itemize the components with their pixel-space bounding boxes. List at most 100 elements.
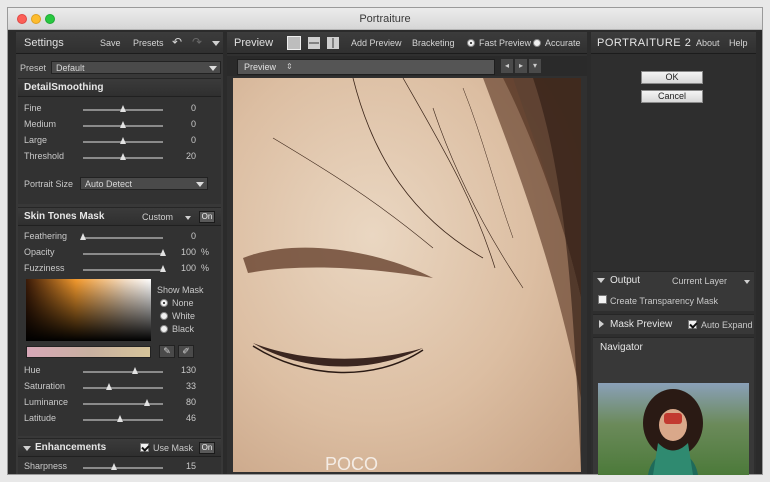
output-label: Output xyxy=(610,275,641,286)
menu-chevron-down-icon[interactable] xyxy=(212,41,220,46)
help-button[interactable]: Help xyxy=(729,38,748,48)
slider-thumb[interactable] xyxy=(144,399,150,406)
right-header: PORTRAITURE 2 About Help xyxy=(591,32,756,54)
eyedropper-icon[interactable]: ✎ xyxy=(159,345,175,358)
slider-label: Feathering xyxy=(24,231,68,241)
slider-thumb[interactable] xyxy=(120,153,126,160)
slider-unit: % xyxy=(201,263,210,273)
portrait-size-label: Portrait Size xyxy=(24,179,74,189)
settings-panel: Settings Save Presets ↶ ↷ Preset Default… xyxy=(16,32,223,474)
slider-track[interactable] xyxy=(83,253,163,255)
enhancements-section: Enhancements Use Mask On Sharpness 15 xyxy=(18,438,221,474)
slider-thumb[interactable] xyxy=(80,233,86,240)
slider-thumb[interactable] xyxy=(106,383,112,390)
slider-thumb[interactable] xyxy=(117,415,123,422)
settings-header: Settings Save Presets ↶ ↷ xyxy=(16,32,223,54)
tab-menu-icon[interactable]: ▾ xyxy=(529,59,541,73)
transparency-mask-label: Create Transparency Mask xyxy=(610,296,719,306)
title-bar: Portraiture xyxy=(8,8,762,30)
fast-preview-radio[interactable] xyxy=(467,39,475,47)
split-vertical-icon[interactable] xyxy=(327,37,339,49)
output-dropdown[interactable]: Current Layer xyxy=(672,276,727,286)
slider-thumb[interactable] xyxy=(132,367,138,374)
face-illustration: POCO xyxy=(243,78,581,472)
slider-value: 46 xyxy=(185,413,196,423)
portrait-size-dropdown[interactable]: Auto Detect xyxy=(80,177,208,190)
tab-prev-icon[interactable]: ◂ xyxy=(501,59,513,73)
preset-label: Preset xyxy=(20,63,47,73)
mask-preview-label: Mask Preview xyxy=(610,319,673,330)
transparency-mask-checkbox[interactable] xyxy=(598,295,607,304)
output-section: Output Current Layer Create Transparency… xyxy=(593,271,754,311)
ok-button[interactable]: OK xyxy=(641,71,703,84)
slider-label: Medium xyxy=(24,119,57,129)
slider-value: 0 xyxy=(190,231,196,241)
preview-tab[interactable]: Preview ⇕ xyxy=(237,59,495,75)
accurate-radio[interactable] xyxy=(533,39,541,47)
slider-value: 20 xyxy=(185,151,196,161)
output-collapse-icon[interactable] xyxy=(597,278,605,283)
slider-track[interactable] xyxy=(83,269,163,271)
mask-preview-section: Mask Preview Auto Expand xyxy=(593,314,754,334)
cancel-button[interactable]: Cancel xyxy=(641,90,703,103)
preset-value: Default xyxy=(56,63,85,73)
show-mask-black-label: Black xyxy=(172,324,195,334)
app-window: Portraiture Settings Save Presets ↶ ↷ Pr… xyxy=(7,7,763,475)
show-mask-white-radio[interactable] xyxy=(160,312,168,320)
enhancements-header: Enhancements Use Mask On xyxy=(18,439,221,457)
brand-logo: PORTRAITURE 2 xyxy=(597,37,692,49)
accurate-label: Accurate xyxy=(545,38,581,48)
redo-icon[interactable]: ↷ xyxy=(192,35,202,49)
mask-preview-expand-icon[interactable] xyxy=(599,320,604,328)
portrait-size-value: Auto Detect xyxy=(85,179,133,189)
add-preview-button[interactable]: Add Preview xyxy=(351,38,402,48)
slider-label: Threshold xyxy=(24,151,65,161)
slider-track[interactable] xyxy=(83,387,163,389)
save-button[interactable]: Save xyxy=(100,38,121,48)
detail-smoothing-title: DetailSmoothing xyxy=(24,82,104,93)
slider-track[interactable] xyxy=(83,371,163,373)
skin-hue-strip[interactable] xyxy=(26,346,151,358)
slider-label: Saturation xyxy=(24,381,66,391)
use-mask-checkbox[interactable] xyxy=(140,443,149,452)
preset-dropdown[interactable]: Default xyxy=(51,61,221,74)
show-mask-none-radio[interactable] xyxy=(160,299,168,307)
auto-expand-checkbox[interactable] xyxy=(688,320,697,329)
preview-header: Preview Add Preview Bracketing Fast Prev… xyxy=(227,32,587,54)
undo-icon[interactable]: ↶ xyxy=(172,35,182,49)
slider-thumb[interactable] xyxy=(120,121,126,128)
slider-thumb[interactable] xyxy=(120,137,126,144)
detail-smoothing-header: DetailSmoothing xyxy=(18,79,221,97)
bracketing-button[interactable]: Bracketing xyxy=(412,38,455,48)
presets-button[interactable]: Presets xyxy=(133,38,164,48)
slider-value: 100 xyxy=(180,247,196,257)
skin-tones-title: Skin Tones Mask xyxy=(24,211,105,222)
skin-mode-dropdown[interactable]: Custom xyxy=(142,212,173,222)
single-view-icon[interactable] xyxy=(287,36,301,50)
eyedropper-add-icon[interactable]: ✐ xyxy=(178,345,194,358)
navigator-thumbnail[interactable] xyxy=(598,383,749,475)
slider-label: Luminance xyxy=(24,397,69,407)
chevron-down-icon xyxy=(209,66,217,71)
slider-thumb[interactable] xyxy=(120,105,126,112)
show-mask-none-label: None xyxy=(172,298,194,308)
slider-thumb[interactable] xyxy=(111,463,117,470)
tab-dropdown-icon[interactable]: ⇕ xyxy=(286,62,293,71)
collapse-chevron-icon[interactable] xyxy=(23,446,31,451)
slider-label: Fuzziness xyxy=(24,263,65,273)
tab-next-icon[interactable]: ▸ xyxy=(515,59,527,73)
slider-track[interactable] xyxy=(83,403,163,405)
about-button[interactable]: About xyxy=(696,38,720,48)
slider-label: Sharpness xyxy=(24,461,68,471)
split-horizontal-icon[interactable] xyxy=(308,37,320,49)
skin-mask-on-toggle[interactable]: On xyxy=(199,211,215,223)
right-panel: PORTRAITURE 2 About Help OK Cancel Outpu… xyxy=(591,32,756,475)
show-mask-black-radio[interactable] xyxy=(160,325,168,333)
slider-track[interactable] xyxy=(83,237,163,239)
slider-track[interactable] xyxy=(83,419,163,421)
preview-image[interactable]: POCO xyxy=(233,78,581,472)
enhancements-on-toggle[interactable]: On xyxy=(199,442,215,454)
slider-label: Opacity xyxy=(24,247,55,257)
skin-color-picker[interactable] xyxy=(26,279,151,341)
slider-track[interactable] xyxy=(83,467,163,469)
